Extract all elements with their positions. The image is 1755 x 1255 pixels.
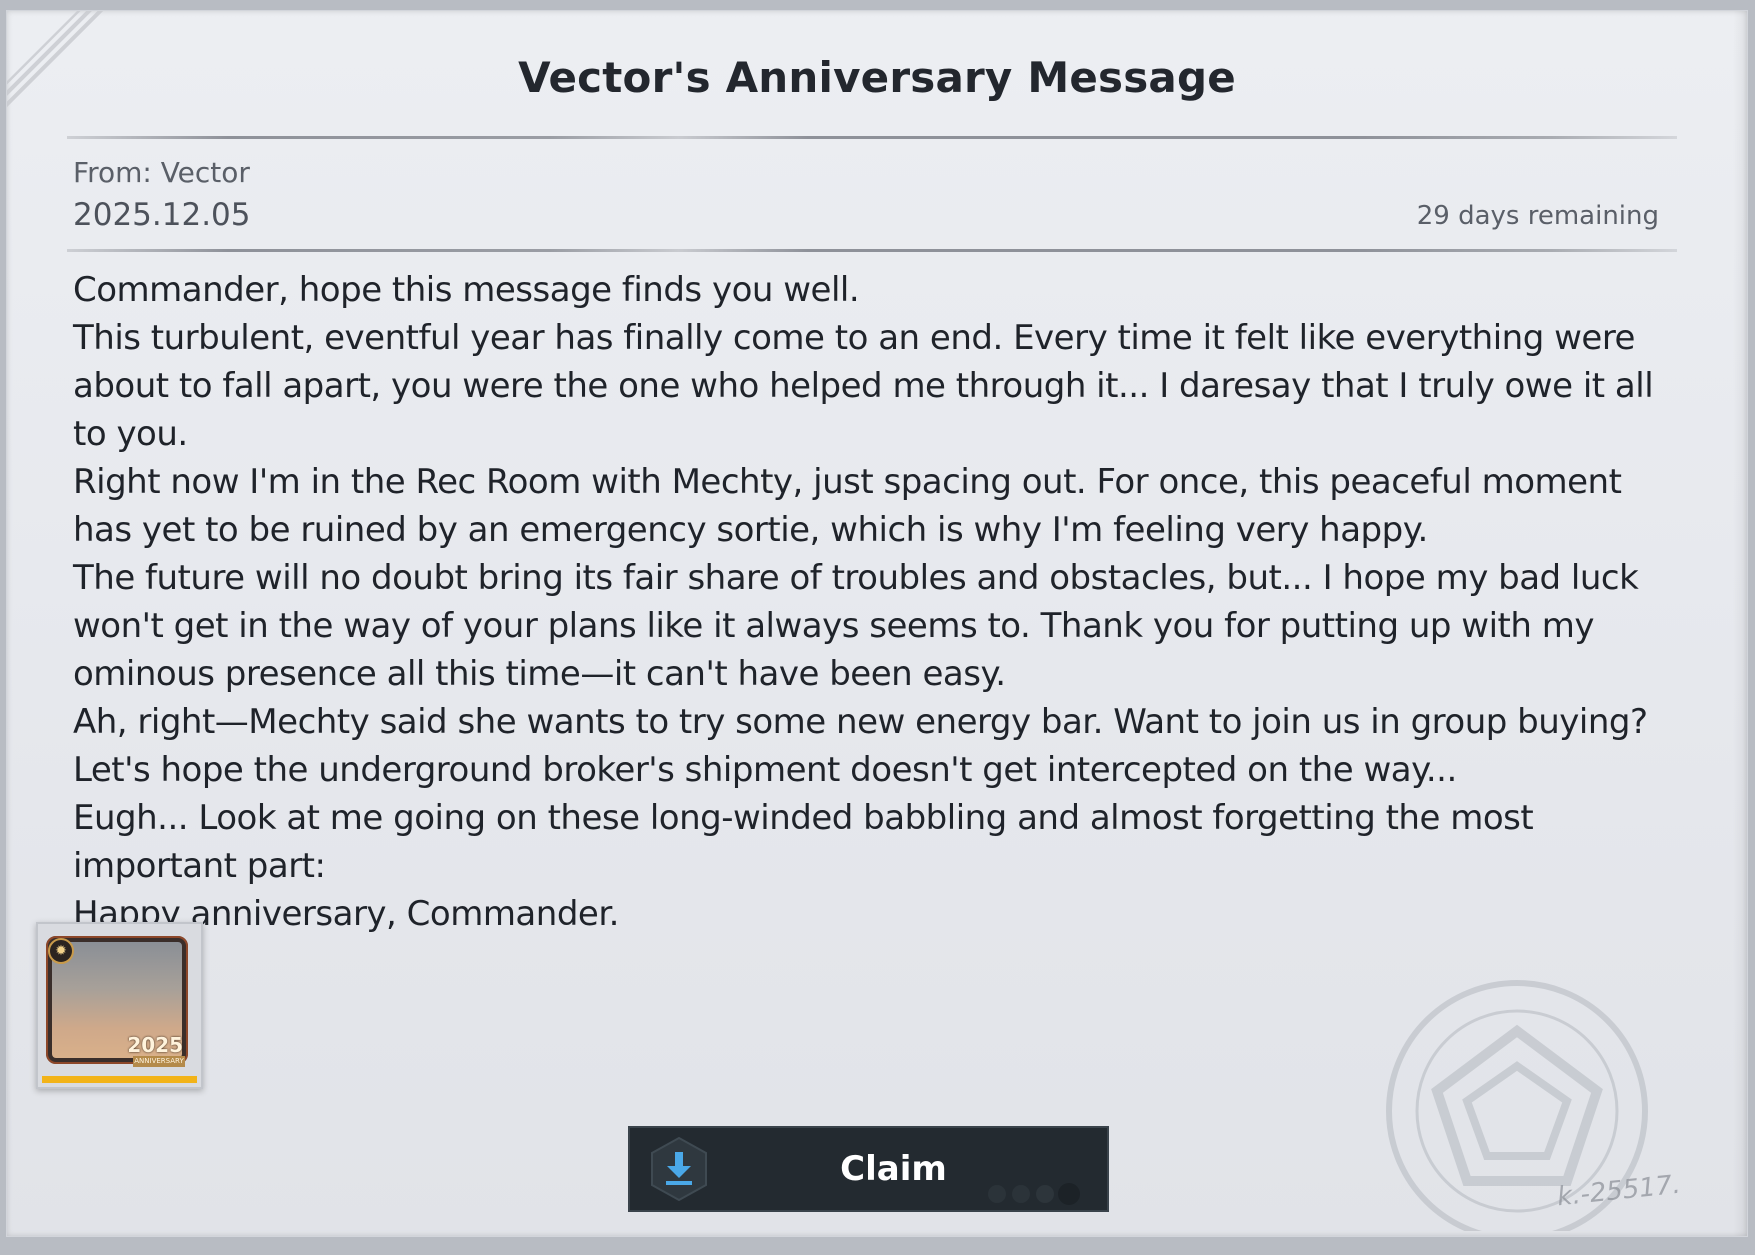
body-paragraph: Eugh... Look at me going on these long-w… (73, 798, 1534, 886)
body-paragraph: This turbulent, eventful year has finall… (73, 318, 1654, 454)
mail-title: Vector's Anniversary Message (518, 53, 1236, 102)
header-divider (67, 249, 1677, 252)
title-divider (67, 136, 1677, 139)
body-paragraph: Commander, hope this message finds you w… (73, 270, 860, 310)
letter-paper: Vector's Anniversary Message From: Vecto… (6, 10, 1748, 1237)
mail-detail-screen: Vector's Anniversary Message From: Vecto… (0, 0, 1755, 1255)
mail-date: 2025.12.05 (73, 197, 251, 233)
mail-body: Commander, hope this message finds you w… (73, 266, 1678, 938)
reward-tag-label: ANNIVERSARY (133, 1056, 185, 1067)
body-paragraph: Ah, right—Mechty said she wants to try s… (73, 702, 1648, 790)
reward-item[interactable]: ✹ 2025 ANNIVERSARY (36, 922, 203, 1089)
claim-button[interactable]: Claim (628, 1126, 1109, 1212)
rarity-bar (42, 1076, 197, 1083)
body-paragraph: Happy anniversary, Commander. (73, 894, 620, 934)
expiry-remaining: 29 days remaining (1416, 201, 1659, 231)
star-badge-icon: ✹ (48, 938, 74, 964)
body-paragraph: Right now I'm in the Rec Room with Mecht… (73, 462, 1622, 550)
reward-year-label: 2025 (127, 1033, 183, 1057)
mail-sender: From: Vector (73, 156, 250, 189)
body-paragraph: The future will no doubt bring its fair … (73, 558, 1639, 694)
paper-edge (1733, 11, 1747, 1236)
hex-pattern-decoration (988, 1183, 1080, 1205)
